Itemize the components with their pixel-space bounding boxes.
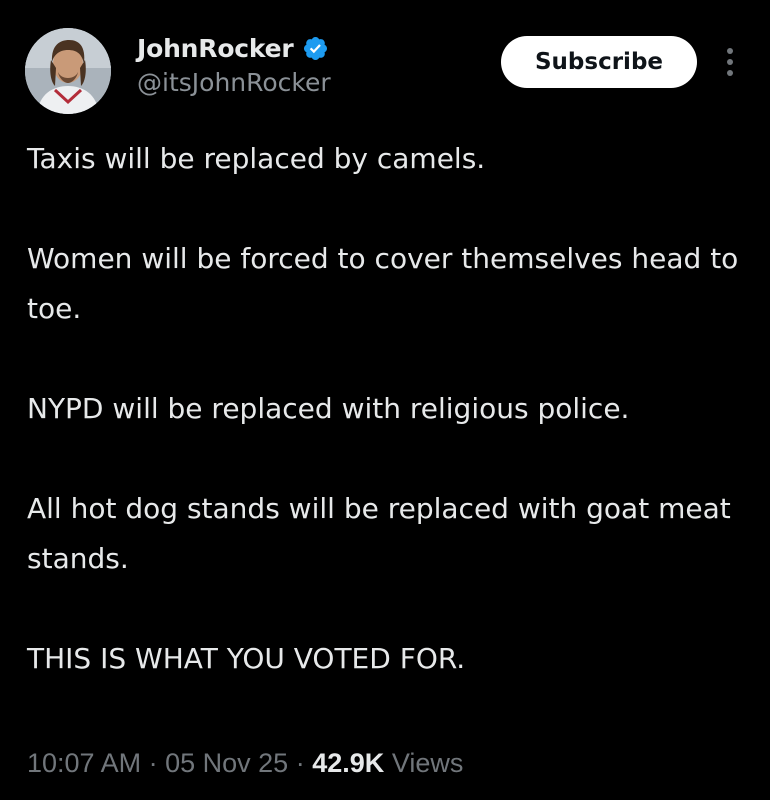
tweet-meta: 10:07 AM · 05 Nov 25 · 42.9K Views	[27, 748, 463, 779]
tweet-time[interactable]: 10:07 AM	[27, 748, 141, 778]
views-label: Views	[391, 748, 464, 778]
tweet-date[interactable]: 05 Nov 25	[165, 748, 288, 778]
meta-separator: ·	[148, 748, 158, 778]
tweet-paragraph: Taxis will be replaced by camels.	[27, 142, 486, 175]
avatar[interactable]	[25, 28, 111, 114]
tweet-paragraph: All hot dog stands will be replaced with…	[27, 492, 731, 575]
name-row: JohnRocker	[137, 28, 329, 68]
tweet-paragraph: Women will be forced to cover themselves…	[27, 242, 739, 325]
meta-separator: ·	[295, 748, 305, 778]
subscribe-button[interactable]: Subscribe	[501, 36, 697, 88]
tweet-paragraph: NYPD will be replaced with religious pol…	[27, 392, 630, 425]
tweet-paragraph: THIS IS WHAT YOU VOTED FOR.	[27, 642, 466, 675]
views-count[interactable]: 42.9K	[312, 748, 384, 778]
verified-badge-icon	[303, 36, 327, 60]
tweet-header: JohnRocker @itsJohnRocker Subscribe	[0, 0, 770, 130]
vertical-ellipsis-icon[interactable]	[722, 46, 738, 78]
tweet-text: Taxis will be replaced by camels. Women …	[27, 134, 747, 684]
profile-photo-icon	[25, 28, 111, 114]
display-name[interactable]: JohnRocker	[137, 34, 294, 63]
handle[interactable]: @itsJohnRocker	[137, 68, 331, 97]
